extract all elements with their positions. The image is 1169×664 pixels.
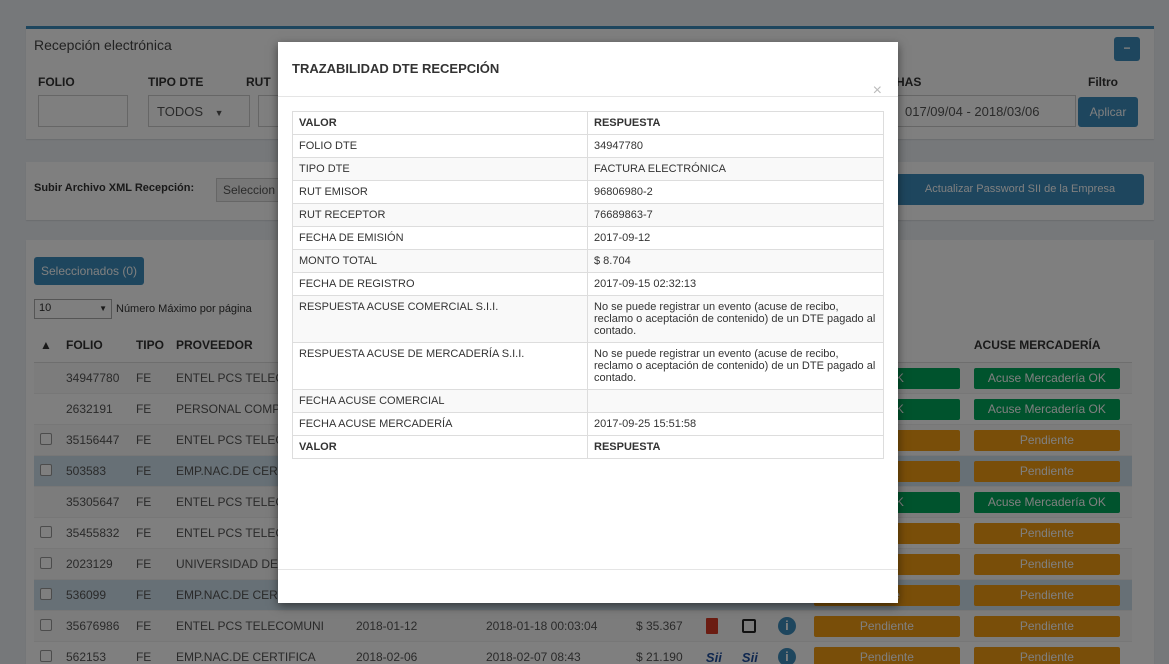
field-value: $ 8.704 bbox=[587, 249, 884, 273]
field-value: No se puede registrar un evento (acuse d… bbox=[587, 295, 884, 343]
table-row: FECHA DE REGISTRO 2017-09-15 02:32:13 bbox=[292, 272, 884, 296]
table-row: RESPUESTA ACUSE COMERCIAL S.I.I. No se pu… bbox=[292, 295, 884, 343]
field-name: RESPUESTA ACUSE COMERCIAL S.I.I. bbox=[292, 295, 588, 343]
field-value: 96806980-2 bbox=[587, 180, 884, 204]
table-row: FECHA ACUSE MERCADERÍA 2017-09-25 15:51:5… bbox=[292, 412, 884, 436]
field-name: TIPO DTE bbox=[292, 157, 588, 181]
table-header-row: VALOR RESPUESTA bbox=[292, 111, 884, 135]
trazabilidad-modal: TRAZABILIDAD DTE RECEPCIÓN × VALOR RESPU… bbox=[278, 42, 898, 603]
modal-title: TRAZABILIDAD DTE RECEPCIÓN bbox=[292, 61, 500, 76]
valor-header: VALOR bbox=[292, 111, 588, 135]
modal-footer-divider bbox=[278, 569, 898, 570]
modal-header-divider bbox=[278, 96, 898, 97]
valor-footer: VALOR bbox=[292, 435, 588, 459]
respuesta-footer: RESPUESTA bbox=[587, 435, 884, 459]
table-row: RUT EMISOR 96806980-2 bbox=[292, 180, 884, 204]
field-name: FECHA ACUSE COMERCIAL bbox=[292, 389, 588, 413]
table-row: RESPUESTA ACUSE DE MERCADERÍA S.I.I. No s… bbox=[292, 342, 884, 390]
table-row: TIPO DTE FACTURA ELECTRÓNICA bbox=[292, 157, 884, 181]
field-name: FECHA DE EMISIÓN bbox=[292, 226, 588, 250]
table-row: FECHA DE EMISIÓN 2017-09-12 bbox=[292, 226, 884, 250]
field-name: MONTO TOTAL bbox=[292, 249, 588, 273]
field-name: RESPUESTA ACUSE DE MERCADERÍA S.I.I. bbox=[292, 342, 588, 390]
table-row: FOLIO DTE 34947780 bbox=[292, 134, 884, 158]
field-name: RUT EMISOR bbox=[292, 180, 588, 204]
field-name: RUT RECEPTOR bbox=[292, 203, 588, 227]
field-value bbox=[587, 389, 884, 413]
field-value: No se puede registrar un evento (acuse d… bbox=[587, 342, 884, 390]
field-value: 2017-09-12 bbox=[587, 226, 884, 250]
field-name: FECHA DE REGISTRO bbox=[292, 272, 588, 296]
field-name: FOLIO DTE bbox=[292, 134, 588, 158]
table-row: RUT RECEPTOR 76689863-7 bbox=[292, 203, 884, 227]
respuesta-header: RESPUESTA bbox=[587, 111, 884, 135]
trazabilidad-table: VALOR RESPUESTA FOLIO DTE 34947780 TIPO DT… bbox=[292, 111, 884, 459]
field-value: 2017-09-15 02:32:13 bbox=[587, 272, 884, 296]
table-footer-row: VALOR RESPUESTA bbox=[292, 435, 884, 459]
close-icon[interactable]: × bbox=[873, 82, 882, 100]
field-name: FECHA ACUSE MERCADERÍA bbox=[292, 412, 588, 436]
field-value: 76689863-7 bbox=[587, 203, 884, 227]
table-row: MONTO TOTAL $ 8.704 bbox=[292, 249, 884, 273]
field-value: 2017-09-25 15:51:58 bbox=[587, 412, 884, 436]
field-value: 34947780 bbox=[587, 134, 884, 158]
field-value: FACTURA ELECTRÓNICA bbox=[587, 157, 884, 181]
table-row: FECHA ACUSE COMERCIAL bbox=[292, 389, 884, 413]
